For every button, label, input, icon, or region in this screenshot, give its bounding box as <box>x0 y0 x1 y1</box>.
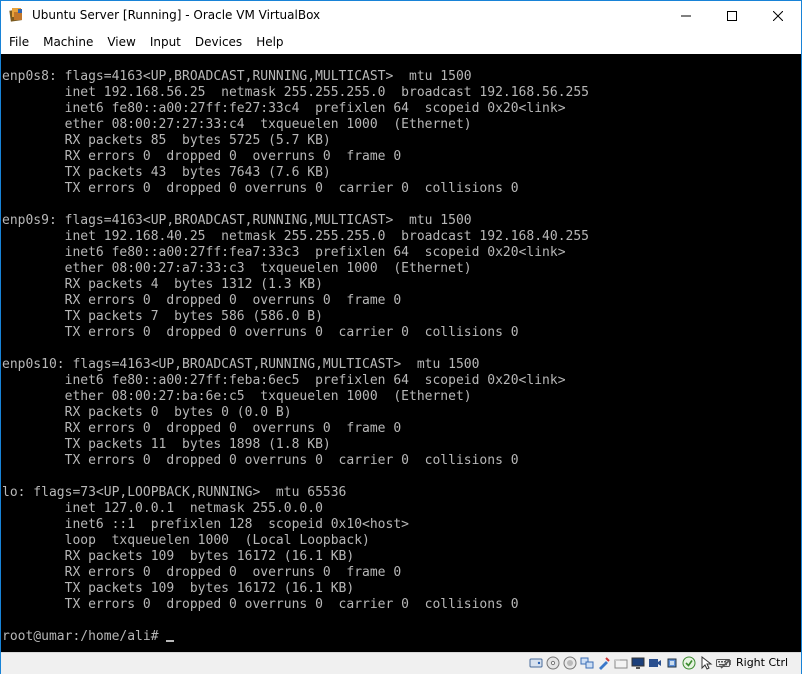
status-bar: Right Ctrl <box>1 652 801 674</box>
menu-bar: File Machine View Input Devices Help <box>1 31 801 53</box>
virtualization-icon[interactable] <box>681 655 696 671</box>
processor-icon[interactable] <box>664 655 679 671</box>
window-title: Ubuntu Server [Running] - Oracle VM Virt… <box>32 8 321 22</box>
text-cursor <box>166 640 175 642</box>
host-key-arrow-icon <box>719 656 733 675</box>
minimize-icon <box>681 15 691 17</box>
host-key-label: Right Ctrl <box>736 656 789 669</box>
menu-help[interactable]: Help <box>249 31 290 53</box>
vm-console-screen[interactable]: enp0s8: flags=4163<UP,BROADCAST,RUNNING,… <box>1 54 801 652</box>
menu-file[interactable]: File <box>1 31 36 53</box>
ifconfig-output: enp0s8: flags=4163<UP,BROADCAST,RUNNING,… <box>2 69 589 612</box>
maximize-button[interactable] <box>709 1 755 31</box>
close-button[interactable] <box>755 1 801 31</box>
menu-input[interactable]: Input <box>143 31 188 53</box>
display-icon[interactable] <box>630 655 645 671</box>
audio-icon[interactable] <box>562 655 577 671</box>
terminal-output: enp0s8: flags=4163<UP,BROADCAST,RUNNING,… <box>2 69 589 645</box>
maximize-icon <box>727 11 737 21</box>
close-icon <box>773 11 783 21</box>
shared-folders-icon[interactable] <box>613 655 628 671</box>
video-capture-icon[interactable] <box>647 655 662 671</box>
menu-devices[interactable]: Devices <box>188 31 249 53</box>
menu-view[interactable]: View <box>100 31 142 53</box>
mouse-integration-icon[interactable] <box>698 655 713 671</box>
minimize-button[interactable] <box>663 1 709 31</box>
hard-disk-icon[interactable] <box>528 655 543 671</box>
optical-drive-icon[interactable] <box>545 655 560 671</box>
title-bar[interactable]: Ubuntu Server [Running] - Oracle VM Virt… <box>1 1 801 31</box>
network-icon[interactable] <box>579 655 594 671</box>
usb-icon[interactable] <box>596 655 611 671</box>
shell-prompt: root@umar:/home/ali# <box>2 629 167 644</box>
virtualbox-icon <box>9 7 25 23</box>
menu-machine[interactable]: Machine <box>36 31 100 53</box>
virtualbox-window: Ubuntu Server [Running] - Oracle VM Virt… <box>0 0 802 674</box>
